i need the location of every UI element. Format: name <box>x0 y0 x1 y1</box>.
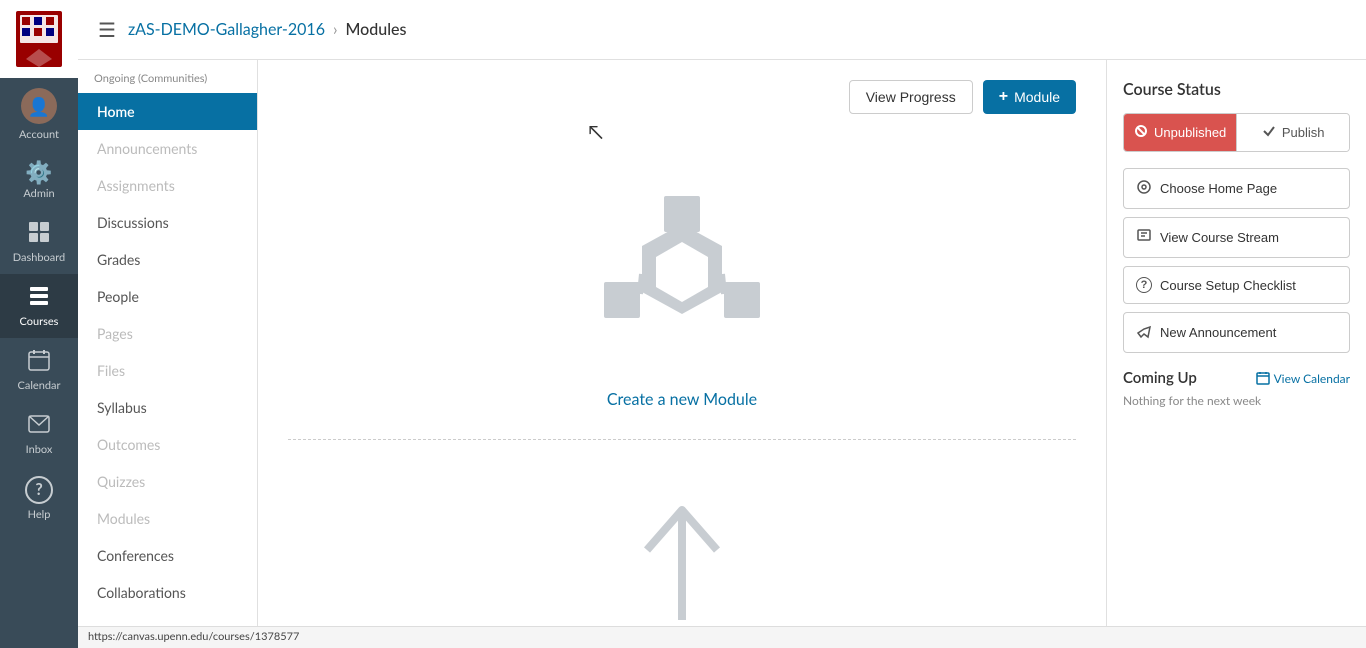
add-module-label: Module <box>1014 89 1060 105</box>
course-setup-checklist-label: Course Setup Checklist <box>1160 278 1296 293</box>
nav-item-courses[interactable]: Courses <box>0 274 78 338</box>
nav-item-calendar[interactable]: Calendar <box>0 338 78 402</box>
publish-icon <box>1262 124 1276 141</box>
admin-icon: ⚙️ <box>25 161 52 183</box>
left-navigation: 👤 Account ⚙️ Admin Dashboard Courses Cal… <box>0 0 78 648</box>
course-setup-checklist-button[interactable]: ? Course Setup Checklist <box>1123 266 1350 304</box>
nav-item-account[interactable]: 👤 Account <box>0 78 78 151</box>
nav-outcomes[interactable]: Outcomes <box>78 426 257 463</box>
breadcrumb-current-page: Modules <box>346 20 407 39</box>
nav-syllabus[interactable]: Syllabus <box>78 389 257 426</box>
coming-up-empty-message: Nothing for the next week <box>1123 393 1350 408</box>
module-empty-section-2 <box>288 440 1076 626</box>
view-course-stream-button[interactable]: View Course Stream <box>1123 217 1350 258</box>
coming-up-section: Coming Up View Calendar Nothing for the … <box>1123 369 1350 408</box>
inbox-icon <box>27 412 51 439</box>
breadcrumb-course-link[interactable]: zAS-DEMO-Gallagher-2016 <box>128 20 325 39</box>
status-bar: https://canvas.upenn.edu/courses/1378577 <box>78 626 1366 648</box>
nav-label-help: Help <box>28 508 51 521</box>
nav-assignments[interactable]: Assignments <box>78 167 257 204</box>
nav-label-courses: Courses <box>20 315 59 328</box>
choose-home-page-button[interactable]: Choose Home Page <box>1123 168 1350 209</box>
add-module-button[interactable]: + Module <box>983 80 1076 114</box>
nav-item-dashboard[interactable]: Dashboard <box>0 210 78 274</box>
nav-announcements[interactable]: Announcements <box>78 130 257 167</box>
status-url: https://canvas.upenn.edu/courses/1378577 <box>88 630 299 643</box>
nav-label-dashboard: Dashboard <box>13 251 65 264</box>
top-bar: ☰ zAS-DEMO-Gallagher-2016 › Modules <box>78 0 1366 60</box>
nav-item-admin[interactable]: ⚙️ Admin <box>0 151 78 210</box>
nav-item-inbox[interactable]: Inbox <box>0 402 78 466</box>
unpublished-label: Unpublished <box>1154 125 1226 140</box>
help-icon: ? <box>25 476 53 504</box>
nav-conferences[interactable]: Conferences <box>78 537 257 574</box>
penn-logo <box>16 11 62 67</box>
nav-files[interactable]: Files <box>78 352 257 389</box>
logo-wrap <box>0 0 78 78</box>
main-area: ☰ zAS-DEMO-Gallagher-2016 › Modules Ongo… <box>78 0 1366 648</box>
new-announcement-button[interactable]: New Announcement <box>1123 312 1350 353</box>
publish-button[interactable]: Publish <box>1236 114 1349 151</box>
calendar-small-icon <box>1256 371 1270 385</box>
course-nav-header: Ongoing (Communities) <box>78 60 257 93</box>
choose-home-page-icon <box>1136 179 1152 198</box>
view-calendar-link[interactable]: View Calendar <box>1256 371 1350 386</box>
view-course-stream-label: View Course Stream <box>1160 230 1279 245</box>
create-module-link[interactable]: Create a new Module <box>607 390 757 409</box>
nav-home[interactable]: Home <box>78 93 257 130</box>
calendar-icon <box>27 348 51 375</box>
hamburger-button[interactable]: ☰ <box>98 18 116 42</box>
coming-up-header: Coming Up View Calendar <box>1123 369 1350 387</box>
upload-icon <box>592 480 772 626</box>
nav-label-calendar: Calendar <box>18 379 61 392</box>
nav-pages[interactable]: Pages <box>78 315 257 352</box>
nav-item-help[interactable]: ? Help <box>0 466 78 531</box>
nav-label-admin: Admin <box>23 187 54 200</box>
unpublished-button[interactable]: Unpublished <box>1124 114 1236 151</box>
content-layout: Ongoing (Communities) Home Announcements… <box>78 60 1366 626</box>
course-status-buttons: Unpublished Publish <box>1123 113 1350 152</box>
account-avatar: 👤 <box>21 88 57 124</box>
nav-label-account: Account <box>19 128 59 141</box>
nav-discussions[interactable]: Discussions <box>78 204 257 241</box>
right-sidebar: Course Status Unpublished Publish <box>1106 60 1366 626</box>
publish-label: Publish <box>1282 125 1325 140</box>
new-announcement-label: New Announcement <box>1160 325 1276 340</box>
courses-icon <box>27 284 51 311</box>
nav-modules[interactable]: Modules <box>78 500 257 537</box>
module-empty-section-1: Create a new Module <box>288 134 1076 440</box>
add-module-icon: + <box>999 88 1008 106</box>
choose-home-page-label: Choose Home Page <box>1160 181 1277 196</box>
module-content: ↖ View Progress + Module <box>258 60 1106 626</box>
course-nav: Ongoing (Communities) Home Announcements… <box>78 60 258 626</box>
breadcrumb-separator: › <box>333 20 338 39</box>
view-calendar-label: View Calendar <box>1274 371 1350 386</box>
course-status-title: Course Status <box>1123 80 1350 99</box>
view-course-stream-icon <box>1136 228 1152 247</box>
nav-quizzes[interactable]: Quizzes <box>78 463 257 500</box>
coming-up-title: Coming Up <box>1123 369 1197 387</box>
module-toolbar: View Progress + Module <box>288 80 1076 114</box>
breadcrumb: zAS-DEMO-Gallagher-2016 › Modules <box>128 20 407 39</box>
nav-collaborations[interactable]: Collaborations <box>78 574 257 611</box>
module-network-icon <box>582 174 782 374</box>
new-announcement-icon <box>1136 323 1152 342</box>
dashboard-icon <box>27 220 51 247</box>
view-progress-button[interactable]: View Progress <box>849 80 973 114</box>
nav-people[interactable]: People <box>78 278 257 315</box>
course-setup-checklist-icon: ? <box>1136 277 1152 293</box>
unpublished-icon <box>1134 124 1148 141</box>
nav-grades[interactable]: Grades <box>78 241 257 278</box>
nav-label-inbox: Inbox <box>26 443 53 456</box>
